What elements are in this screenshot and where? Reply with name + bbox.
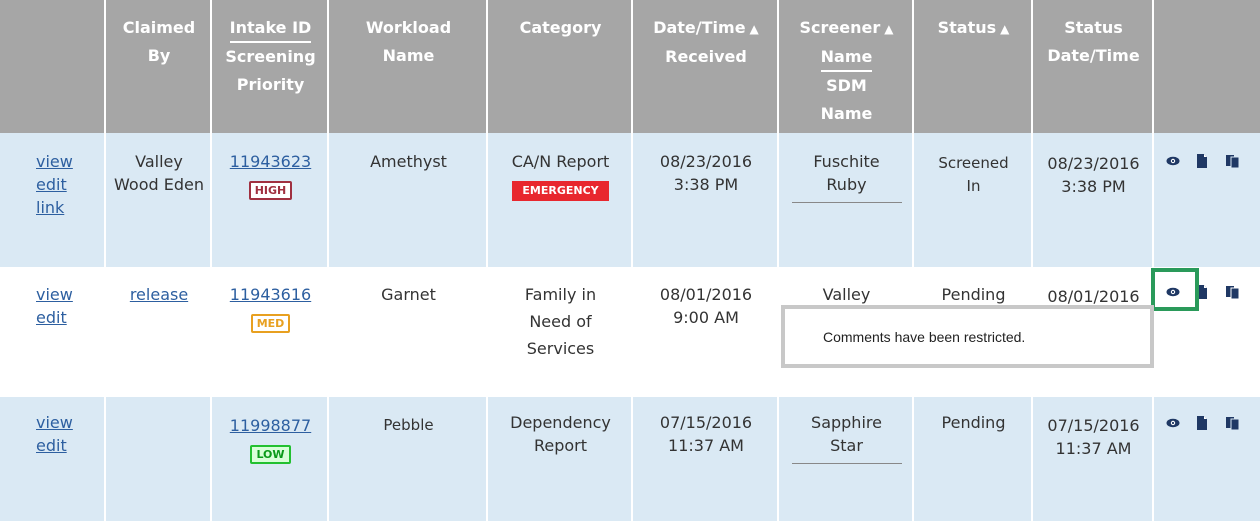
- priority-badge: LOW: [250, 445, 291, 464]
- date-received: 08/01/2016 9:00 AM: [659, 285, 753, 327]
- priority-badge: MED: [250, 314, 291, 333]
- priority-badge: HIGH: [248, 181, 293, 200]
- date-received: 08/23/2016 3:38 PM: [659, 152, 753, 194]
- intake-id-link[interactable]: 11943623: [212, 148, 329, 175]
- emergency-badge: EMERGENCY: [512, 181, 609, 201]
- edit-link[interactable]: edit: [36, 432, 106, 459]
- category-cell: CA/N Report EMERGENCY: [488, 148, 633, 202]
- release-link[interactable]: release: [106, 281, 212, 308]
- row-actions: view edit: [0, 409, 106, 459]
- copy-documents-icon[interactable]: [1226, 285, 1240, 299]
- claimed-by: Valley Wood Eden: [114, 152, 204, 194]
- comments-tooltip: Comments have been restricted.: [781, 305, 1154, 368]
- screener-name: Sapphire Star: [779, 409, 914, 464]
- intake-id-cell: 11943623 HIGH: [212, 148, 329, 202]
- screener-name: Fuschite Ruby: [779, 148, 914, 203]
- claimed-by: release: [106, 281, 212, 308]
- header-status-date-time: Status Date/Time: [1047, 18, 1140, 65]
- document-icon[interactable]: [1196, 416, 1210, 430]
- header-screener-name[interactable]: Screener ▲ Name SDM Name: [779, 0, 914, 133]
- link-link[interactable]: link: [36, 194, 106, 221]
- status: Screened In: [938, 154, 1009, 195]
- status-date-time: 08/23/2016 3:38 PM: [1047, 154, 1140, 196]
- copy-documents-icon[interactable]: [1226, 416, 1240, 430]
- row-icons: [1166, 416, 1240, 430]
- screener-name: Valley: [822, 285, 871, 304]
- category-cell: Dependency Report: [510, 413, 611, 455]
- workload-name: Pebble: [383, 416, 434, 434]
- intake-id-link[interactable]: 11998877: [212, 412, 329, 439]
- edit-link[interactable]: edit: [36, 304, 106, 331]
- intake-table: Claimed By Intake ID Screening Priority …: [0, 0, 1260, 521]
- row-icons: [1166, 154, 1240, 168]
- category-cell: Family in Need of Services: [524, 285, 597, 358]
- intake-id-link[interactable]: 11943616: [212, 281, 329, 308]
- header-status[interactable]: Status ▲: [914, 0, 1033, 133]
- eye-icon[interactable]: [1166, 154, 1180, 168]
- status: Pending: [941, 413, 1006, 432]
- header-claimed-by: Claimed By: [122, 18, 196, 65]
- sort-icon[interactable]: ▲: [750, 15, 759, 43]
- header-workload-name: Workload Name: [365, 18, 452, 65]
- intake-id-cell: 11998877 LOW: [212, 412, 329, 466]
- screener-divider: [791, 202, 902, 203]
- row-actions: view edit: [0, 281, 106, 331]
- header-intake-id[interactable]: Intake ID Screening Priority: [212, 0, 329, 133]
- status: Pending: [941, 285, 1006, 304]
- status-date-time: 07/15/2016 11:37 AM: [1047, 416, 1140, 458]
- sort-icon[interactable]: ▲: [884, 15, 893, 43]
- intake-id-cell: 11943616 MED: [212, 281, 329, 335]
- eye-icon[interactable]: [1166, 416, 1180, 430]
- workload-name: Garnet: [381, 285, 436, 304]
- row-actions: view edit link: [0, 148, 106, 221]
- screener-divider: [791, 463, 902, 464]
- highlight-box: [1151, 268, 1199, 311]
- copy-documents-icon[interactable]: [1226, 154, 1240, 168]
- header-category: Category: [519, 18, 602, 37]
- date-received: 07/15/2016 11:37 AM: [659, 413, 753, 455]
- header-date-time-received[interactable]: Date/Time ▲ Received: [633, 0, 779, 133]
- sort-icon[interactable]: ▲: [1000, 15, 1009, 43]
- workload-name: Amethyst: [370, 152, 447, 171]
- document-icon[interactable]: [1196, 154, 1210, 168]
